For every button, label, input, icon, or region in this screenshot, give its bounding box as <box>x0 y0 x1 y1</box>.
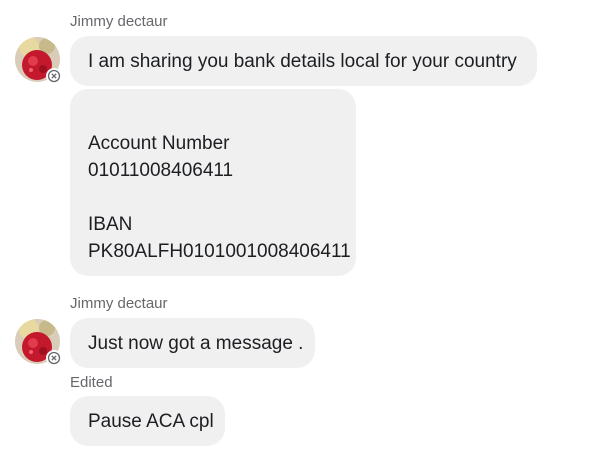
avatar[interactable] <box>15 37 62 84</box>
message-bubble[interactable]: I am sharing you bank details local for … <box>70 36 537 86</box>
message-line: Account Number <box>88 133 230 154</box>
close-circle-icon[interactable] <box>46 68 62 84</box>
sender-name: Jimmy dectaur <box>70 13 168 30</box>
message-bubble[interactable]: Pause ACA cpl <box>70 396 225 446</box>
message-text: Pause ACA cpl <box>88 410 214 432</box>
message-line: PK80ALFH0101001008406411 <box>88 241 351 262</box>
message-line <box>88 103 338 130</box>
message-text: Just now got a message . <box>88 332 304 354</box>
message-line: IBAN <box>88 214 133 235</box>
message-line: 01011008406411 <box>88 160 234 181</box>
close-circle-icon[interactable] <box>46 350 62 366</box>
sender-name: Jimmy dectaur <box>70 295 168 312</box>
avatar[interactable] <box>15 319 62 366</box>
message-bubble[interactable]: Just now got a message . <box>70 318 315 368</box>
message-line <box>88 184 338 211</box>
message-bubble-bank-details[interactable]: Account Number 01011008406411 IBAN PK80A… <box>70 89 356 276</box>
message-text: I am sharing you bank details local for … <box>88 50 517 72</box>
edited-label: Edited <box>70 374 113 391</box>
